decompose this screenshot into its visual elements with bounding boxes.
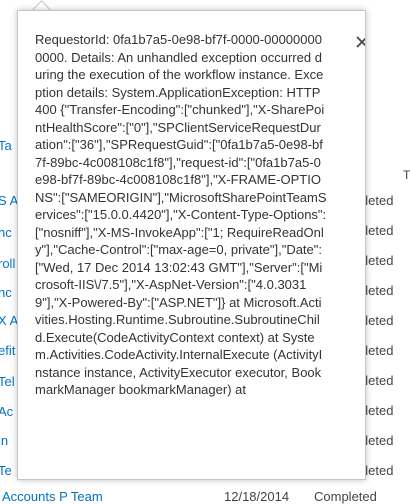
- close-icon: [356, 36, 365, 48]
- row-link[interactable]: roll: [0, 256, 15, 271]
- row-link[interactable]: X A: [0, 313, 18, 328]
- bottom-row-link[interactable]: Accounts P Team: [2, 489, 103, 504]
- row-link[interactable]: nc: [0, 285, 12, 300]
- close-button[interactable]: [352, 32, 365, 52]
- row-link[interactable]: efit: [0, 343, 15, 358]
- row-link[interactable]: in: [0, 433, 8, 448]
- row-link[interactable]: Ta: [0, 138, 12, 153]
- bottom-row-status: Completed: [314, 489, 377, 504]
- row-link[interactable]: Ac: [0, 404, 13, 419]
- row-link[interactable]: Te: [0, 463, 12, 478]
- error-message: RequestorId: 0fa1b7a5-0e98-bf7f-0000-000…: [35, 32, 327, 397]
- row-link[interactable]: Tel: [0, 374, 15, 389]
- column-fragment: T: [403, 168, 410, 182]
- row-link[interactable]: S A: [0, 193, 18, 208]
- row-link[interactable]: nc: [0, 225, 12, 240]
- bottom-row-date: 12/18/2014: [224, 489, 290, 504]
